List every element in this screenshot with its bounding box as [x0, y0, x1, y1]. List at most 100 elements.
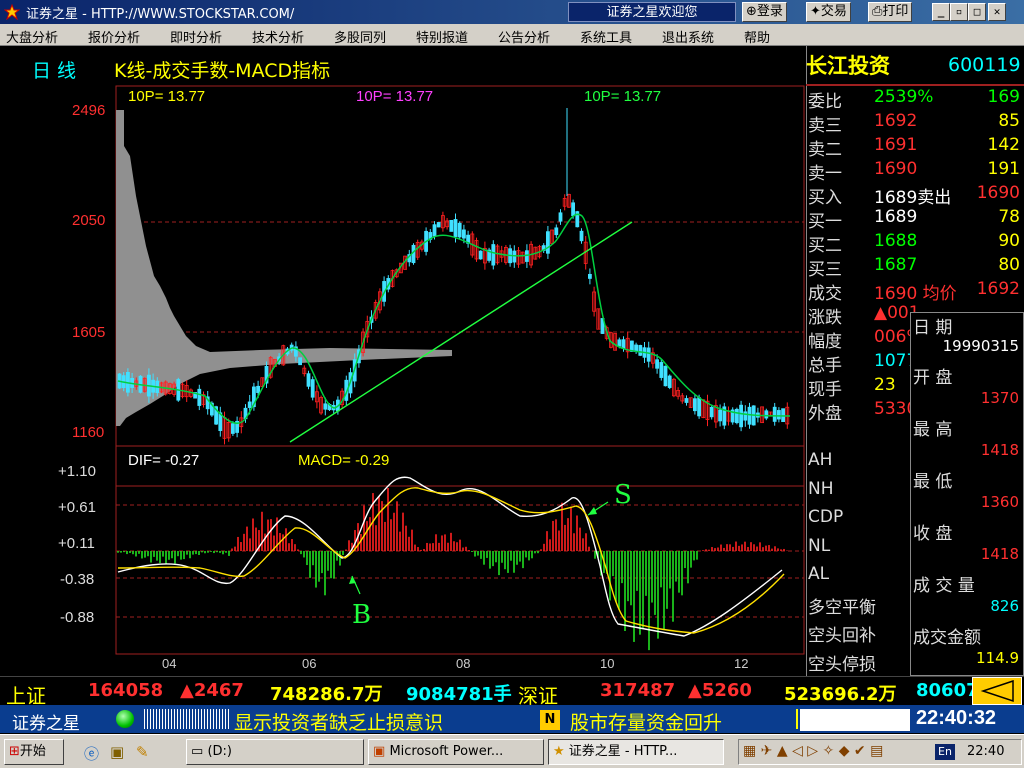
taskbar-clock: 22:40 [967, 744, 1005, 759]
quote-row-volume: 169 [987, 87, 1020, 107]
x-tick-10: 10 [600, 656, 615, 671]
desktop-icon[interactable]: ▣ [110, 743, 124, 761]
input-box[interactable] [800, 709, 910, 731]
quote-row-price: 1692 [874, 111, 918, 131]
candle-body [491, 244, 496, 266]
macd-line [117, 487, 785, 634]
quote-row-price: 1689 [874, 207, 918, 227]
login-button[interactable]: ⊕登录 [742, 2, 787, 22]
quote-row: 买入 1689卖出 1690 [806, 182, 1024, 208]
candle-body [638, 345, 643, 356]
candle-body [449, 219, 454, 232]
candle-body [571, 202, 575, 216]
task-stockstar[interactable]: ★ 证券之星 - HTTP... [548, 739, 724, 765]
quote-row: 现手 23 [806, 374, 910, 400]
quote-row-label: 买入 [808, 188, 842, 208]
quote-row-label: 委比 [808, 92, 842, 112]
buy-signal-b: B [352, 600, 372, 630]
x-tick-06: 06 [302, 656, 317, 671]
macd-tick-3: +0.11 [58, 535, 95, 552]
ma-line [117, 213, 791, 424]
menu-quote-analysis[interactable]: 报价分析 [88, 27, 140, 46]
tray-app-icons[interactable]: ▦ ✈ ▲ ◁ ▷ ✧ ◆ ✔ ▤ [743, 743, 883, 759]
candle-body [777, 410, 781, 420]
start-button[interactable]: ⊞开始 [4, 739, 64, 765]
brand-label: 证券之星 [12, 714, 80, 734]
open-value: 1370 [980, 389, 1019, 407]
menu-exit-system[interactable]: 退出系统 [662, 27, 714, 46]
connection-status-icon [116, 710, 134, 728]
menu-help[interactable]: 帮助 [744, 27, 770, 46]
menu-announcement[interactable]: 公告分析 [498, 27, 550, 46]
sh-amount: 748286.7万 [270, 684, 383, 705]
date-value: 19990315 [942, 337, 1019, 355]
channel-icon[interactable]: ✎ [136, 743, 149, 761]
quote-row-label: 买三 [808, 260, 842, 280]
menu-realtime-analysis[interactable]: 即时分析 [170, 27, 222, 46]
status-bar: 证券之星 显示投资者缺乏止损意识 N 股市存量资金回升 22:40:32 [0, 705, 1024, 735]
candle-body [230, 423, 235, 434]
menu-market-analysis[interactable]: 大盘分析 [6, 27, 58, 46]
candle-body [323, 403, 328, 410]
candle-body [693, 398, 697, 412]
sz-amount: 523696.2万 [784, 684, 897, 705]
menu-technical-analysis[interactable]: 技术分析 [252, 27, 304, 46]
open-label: 开 盘 [913, 368, 953, 388]
candle-body [457, 222, 462, 238]
candle-body [739, 404, 743, 428]
quote-row-volume: 191 [987, 159, 1020, 179]
sell-signal-s: S [614, 480, 632, 510]
menu-special-report[interactable]: 特别报道 [416, 27, 468, 46]
candle-body [310, 379, 315, 398]
kline-chart[interactable] [0, 46, 806, 676]
price-tick-2: 2050 [72, 212, 106, 229]
scroll-left-button[interactable] [972, 677, 1022, 705]
candle-body [667, 375, 672, 388]
maximize-button[interactable]: □ [968, 3, 986, 21]
quote-row-volume: 78 [998, 207, 1020, 227]
candle-body [684, 398, 689, 403]
quote-row-volume: 142 [987, 135, 1020, 155]
ie-icon[interactable]: ⓔ [84, 743, 99, 764]
quote-row-label: 买二 [808, 236, 842, 256]
print-button[interactable]: ⎙打印 [868, 2, 913, 22]
trade-button[interactable]: ✦交易 [806, 2, 851, 22]
welcome-banner: 证券之星欢迎您 [568, 2, 736, 22]
candle-body [579, 230, 584, 242]
scrolling-news-2[interactable]: 股市存量资金回升 [570, 708, 722, 735]
quote-row: 卖二 1691 142 [806, 134, 1024, 160]
volume-value: 826 [990, 597, 1019, 615]
menu-system-tools[interactable]: 系统工具 [580, 27, 632, 46]
candle-body [718, 409, 722, 422]
quote-row-price: 23 [874, 375, 896, 395]
indicator-label: 空头停损 [808, 654, 876, 675]
triangle-left-icon [980, 679, 1014, 703]
quote-row-volume: 1692 [976, 279, 1020, 299]
quote-row-label: 卖一 [808, 164, 842, 184]
quote-row: 总手 10779 [806, 350, 928, 376]
task-powerpoint[interactable]: ▣ Microsoft Power... [368, 739, 544, 765]
candle-body [247, 401, 252, 408]
task-drive-d[interactable]: ▭ (D:) [186, 739, 364, 765]
scrolling-news-1[interactable]: 显示投资者缺乏止损意识 [234, 708, 443, 735]
quote-row-price: 1690 均价 [874, 284, 957, 304]
quote-row: 卖三 1692 85 [806, 110, 1024, 136]
minimize-button[interactable]: _ [932, 3, 950, 21]
index-ticker: 上证 164058 ▲2467 748286.7万 9084781手 深证 31… [0, 676, 1024, 708]
candle-body [588, 273, 592, 279]
candle-body [436, 222, 441, 228]
candle-body [735, 408, 739, 424]
close-button[interactable]: ✕ [988, 3, 1006, 21]
restore-button[interactable]: ▫ [950, 3, 968, 21]
indicator-label: AL [808, 564, 830, 584]
candle-body [478, 250, 483, 260]
amount-label: 成交金额 [913, 628, 981, 648]
menu-multi-stock[interactable]: 多股同列 [334, 27, 386, 46]
separator [796, 709, 798, 729]
candle-body [558, 212, 563, 222]
windows-logo-icon: ⊞ [9, 744, 20, 759]
x-tick-08: 08 [456, 656, 471, 671]
language-icon[interactable]: En [935, 744, 955, 760]
low-value: 1360 [980, 493, 1019, 511]
sz-change: ▲5260 [688, 680, 752, 701]
